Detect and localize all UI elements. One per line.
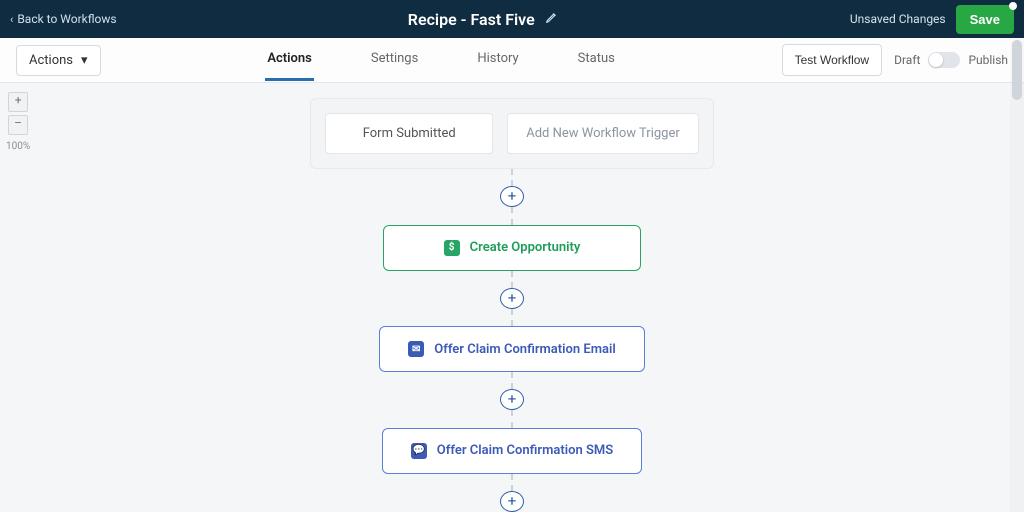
trigger-form-submitted[interactable]: Form Submitted xyxy=(325,113,493,154)
connector-line xyxy=(511,474,514,491)
top-header: ‹ Back to Workflows Recipe - Fast Five U… xyxy=(0,0,1024,38)
node-label: Create Opportunity xyxy=(470,240,581,255)
unsaved-changes-label: Unsaved Changes xyxy=(850,12,946,26)
edit-title-icon[interactable] xyxy=(545,10,559,28)
connector-line xyxy=(511,410,514,427)
vertical-scrollbar[interactable] xyxy=(1010,38,1024,512)
scrollbar-thumb[interactable] xyxy=(1012,40,1022,100)
builder-tabs: Actions Settings History Status xyxy=(101,39,782,81)
node-label: Offer Claim Confirmation SMS xyxy=(437,443,613,458)
node-confirmation-email[interactable]: ✉ Offer Claim Confirmation Email xyxy=(379,326,645,372)
node-create-opportunity[interactable]: $ Create Opportunity xyxy=(383,225,641,271)
add-trigger-button[interactable]: Add New Workflow Trigger xyxy=(507,113,699,154)
connector-line xyxy=(511,207,514,224)
tab-actions[interactable]: Actions xyxy=(265,39,314,81)
add-step-button[interactable]: + xyxy=(500,186,524,207)
node-label: Offer Claim Confirmation Email xyxy=(434,342,616,357)
workflow-canvas: Form Submitted Add New Workflow Trigger … xyxy=(0,82,1024,512)
add-step-button[interactable]: + xyxy=(500,491,524,512)
publish-toggle[interactable] xyxy=(928,52,960,68)
dollar-icon: $ xyxy=(444,240,460,256)
publish-label: Publish xyxy=(968,53,1008,67)
toolbar: Actions ▾ Actions Settings History Statu… xyxy=(0,38,1024,83)
chevron-down-icon: ▾ xyxy=(81,53,88,68)
actions-dropdown[interactable]: Actions ▾ xyxy=(16,45,101,76)
publish-toggle-group: Draft Publish xyxy=(894,52,1008,68)
draft-label: Draft xyxy=(894,53,920,67)
tab-status[interactable]: Status xyxy=(576,39,617,81)
page-title: Recipe - Fast Five xyxy=(408,10,535,29)
back-label: Back to Workflows xyxy=(17,12,116,26)
connector-line xyxy=(511,271,514,288)
test-workflow-button[interactable]: Test Workflow xyxy=(782,44,882,76)
trigger-container: Form Submitted Add New Workflow Trigger xyxy=(310,98,714,169)
tab-settings[interactable]: Settings xyxy=(369,39,420,81)
tab-history[interactable]: History xyxy=(475,39,520,81)
connector-line xyxy=(511,169,514,186)
save-button[interactable]: Save xyxy=(956,5,1014,34)
back-to-workflows[interactable]: ‹ Back to Workflows xyxy=(10,12,117,26)
actions-dropdown-label: Actions xyxy=(29,53,73,68)
connector-line xyxy=(511,309,514,326)
unsaved-indicator-dot xyxy=(1009,2,1017,10)
chat-icon: 💬 xyxy=(411,443,427,459)
chevron-left-icon: ‹ xyxy=(10,13,13,26)
add-step-button[interactable]: + xyxy=(500,288,524,309)
connector-line xyxy=(511,372,514,389)
add-step-button[interactable]: + xyxy=(500,389,524,410)
mail-icon: ✉ xyxy=(408,341,424,357)
node-confirmation-sms[interactable]: 💬 Offer Claim Confirmation SMS xyxy=(382,428,642,474)
